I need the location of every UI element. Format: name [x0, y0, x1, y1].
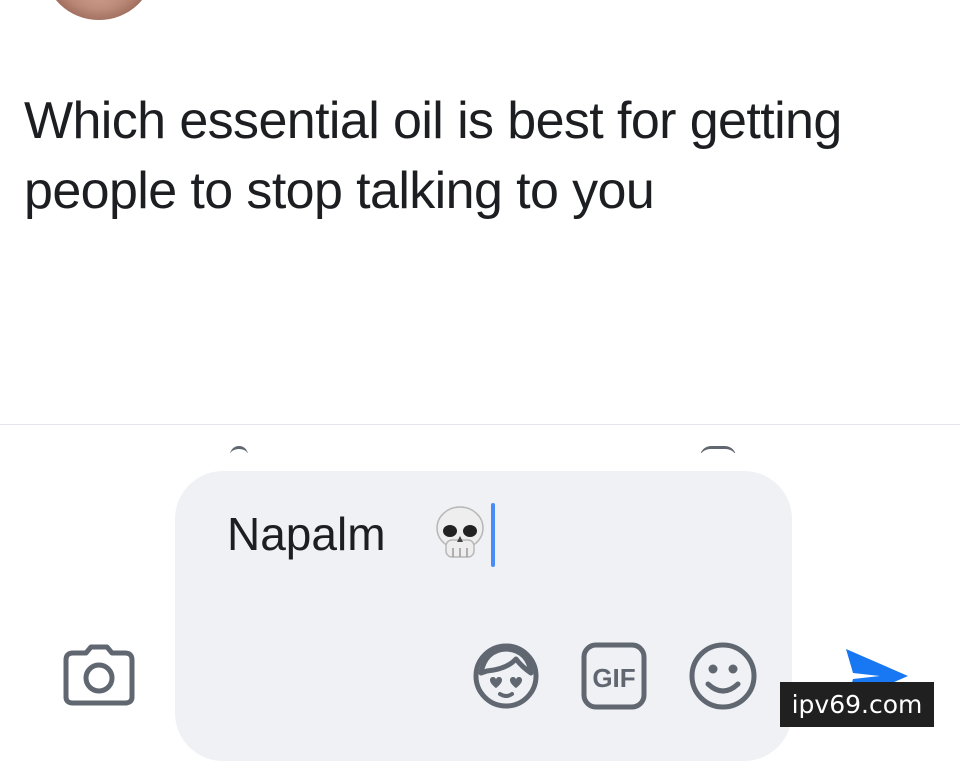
- gif-icon: GIF: [581, 642, 647, 710]
- post-author-avatar[interactable]: [44, 0, 154, 20]
- emoji-button[interactable]: [688, 641, 758, 711]
- avatar-sticker-button[interactable]: [471, 641, 541, 711]
- avatar-sticker-icon: [473, 643, 539, 709]
- text-caret: [491, 503, 495, 567]
- skull-emoji: [436, 506, 484, 558]
- smiley-icon: [689, 642, 757, 710]
- comment-input-text: Napalm: [227, 508, 386, 560]
- camera-button[interactable]: [62, 644, 136, 706]
- gif-button[interactable]: GIF: [580, 641, 648, 711]
- divider: [0, 424, 960, 425]
- post-text: Which essential oil is best for getting …: [24, 92, 842, 221]
- gif-label: GIF: [592, 663, 635, 693]
- watermark: ipv69.com: [780, 682, 934, 727]
- comment-input[interactable]: Napalm GIF: [175, 471, 792, 761]
- camera-icon: [63, 644, 135, 706]
